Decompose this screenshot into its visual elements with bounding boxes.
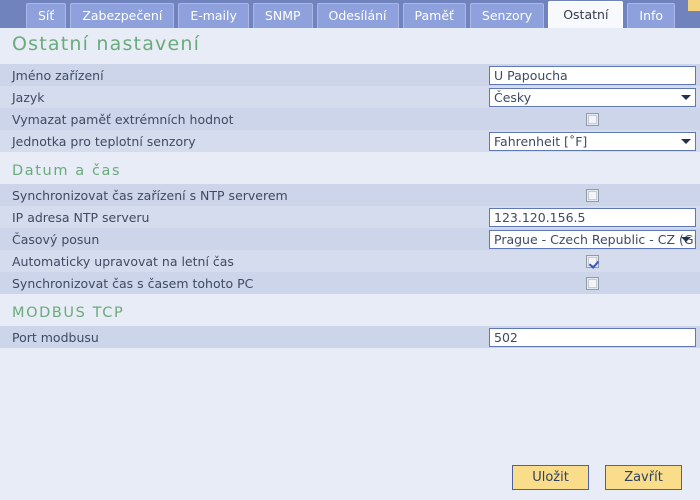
row-control (489, 276, 696, 290)
row-control: Fahrenheit [˚F] (489, 131, 696, 151)
dropdown-value: Prague - Czech Republic - CZ (GMT+1) (494, 231, 695, 247)
row-label: Jazyk (12, 89, 45, 105)
tab-bar: Síť Zabezpečení E-maily SNMP Odesílání Paměť S… (0, 0, 700, 28)
tab-6[interactable]: Paměť (402, 3, 466, 28)
row-label: Jednotka pro teplotní senzory (12, 133, 196, 149)
form-row: Automaticky upravovat na letní čas (0, 250, 700, 272)
section-heading: MODBUS TCP (12, 305, 125, 321)
chevron-down-icon (681, 139, 691, 144)
form-row: Port modbusu (0, 326, 700, 348)
checkbox[interactable] (586, 276, 599, 290)
close-button[interactable]: Zavřít (605, 465, 682, 490)
row-label: Synchronizovat čas s časem tohoto PC (12, 275, 254, 291)
form-row: Jméno zařízení (0, 64, 700, 86)
row-control (489, 327, 696, 347)
tab-9[interactable]: Info (627, 3, 676, 28)
checkbox-inner (588, 278, 597, 288)
row-label: Automaticky upravovat na letní čas (12, 253, 234, 269)
row-label: IP adresa NTP serveru (12, 209, 150, 225)
row-label: Časový posun (12, 231, 100, 247)
page-title: Ostatní nastavení (12, 33, 201, 55)
form-row: Synchronizovat čas s časem tohoto PC (0, 272, 700, 294)
chevron-down-icon (681, 237, 691, 242)
form-row: IP adresa NTP serveru (0, 206, 700, 228)
row-control: Prague - Czech Republic - CZ (GMT+1) (489, 229, 696, 249)
row-label: Port modbusu (12, 329, 99, 345)
row-control (489, 112, 696, 126)
tab-7[interactable]: Senzory (469, 3, 545, 28)
dropdown-value: Česky (494, 89, 532, 105)
dropdown[interactable]: Česky (489, 87, 696, 107)
tab-1[interactable]: Síť (26, 3, 67, 28)
corner-marker (688, 0, 700, 11)
row-label: Jméno zařízení (12, 67, 104, 83)
tab-2[interactable]: Zabezpečení (70, 3, 175, 28)
row-control (489, 207, 696, 227)
checkbox[interactable] (586, 188, 599, 202)
row-control (489, 188, 696, 202)
row-label: Synchronizovat čas zařízení s NTP server… (12, 187, 288, 203)
checkbox-inner (588, 114, 597, 124)
form-row: Vymazat paměť extrémních hodnot (0, 108, 700, 130)
text-input[interactable] (489, 327, 696, 347)
tab-5[interactable]: Odesílání (316, 3, 399, 28)
row-label: Vymazat paměť extrémních hodnot (12, 111, 234, 127)
dropdown-value: Fahrenheit [˚F] (494, 133, 588, 149)
section-heading: Datum a čas (12, 163, 122, 179)
form-row: Synchronizovat čas zařízení s NTP server… (0, 184, 700, 206)
checkbox-inner (588, 190, 597, 200)
checkbox[interactable] (586, 254, 599, 268)
row-control (489, 65, 696, 85)
checkbox-inner (588, 256, 597, 266)
checkbox[interactable] (586, 112, 599, 126)
settings-form: Jméno zařízení Jazyk Česky Vymazat paměť ex… (0, 64, 700, 348)
dropdown[interactable]: Prague - Czech Republic - CZ (GMT+1) (489, 229, 696, 249)
form-row: Časový posun Prague - Czech Republic - CZ… (0, 228, 700, 250)
tab-4[interactable]: SNMP (252, 3, 313, 28)
save-button[interactable]: Uložit (512, 465, 589, 490)
dropdown[interactable]: Fahrenheit [˚F] (489, 131, 696, 151)
form-row: Jednotka pro teplotní senzory Fahrenheit … (0, 130, 700, 152)
tab-8[interactable]: Ostatní (548, 1, 624, 28)
text-input[interactable] (489, 65, 696, 85)
chevron-down-icon (681, 95, 691, 100)
text-input[interactable] (489, 207, 696, 227)
footer-actions: Uložit Zavřít (0, 465, 700, 490)
row-control (489, 254, 696, 268)
row-control: Česky (489, 87, 696, 107)
tab-3[interactable]: E-maily (178, 3, 249, 28)
form-row: Jazyk Česky (0, 86, 700, 108)
